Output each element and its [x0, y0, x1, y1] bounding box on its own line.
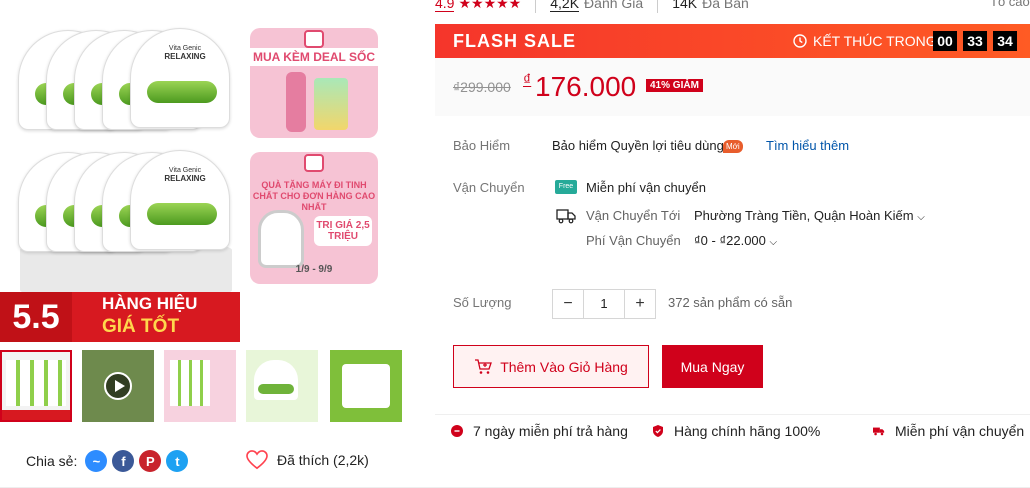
mask-name: RELAXING	[164, 52, 206, 61]
original-price: ₫299.000	[453, 79, 511, 95]
currency-symbol: ₫	[523, 72, 532, 89]
timer-minutes: 33	[963, 31, 987, 51]
free-shipping-text: Miễn phí vận chuyển	[586, 180, 706, 195]
mask-brand: Vita Genic	[168, 45, 202, 52]
insurance-value: Bảo hiểm Quyền lợi tiêu dùng	[552, 138, 724, 153]
ship-to-label: Vận Chuyển Tới	[586, 208, 681, 223]
mask-name: RELAXING	[164, 174, 206, 183]
return-icon	[451, 425, 463, 437]
sold-label: Đã Bán	[702, 0, 749, 11]
promo-deal-title: MUA KÈM DEAL SỐC	[250, 48, 378, 66]
thumbnail-3[interactable]	[164, 350, 236, 422]
thumbnail-strip	[0, 348, 410, 424]
promo-gift-title: QUÀ TẶNG MÁY ĐI TINH CHẤT CHO ĐƠN HÀNG C…	[252, 180, 376, 212]
ship-to-address: Phường Tràng Tiền, Quận Hoàn Kiếm	[694, 208, 914, 223]
mask-pack-image-front: Vita Genic RELAXING	[130, 28, 230, 128]
bottle-image	[286, 72, 306, 132]
promo-gift-card: QUÀ TẶNG MÁY ĐI TINH CHẤT CHO ĐƠN HÀNG C…	[250, 152, 378, 284]
ship-to-value[interactable]: Phường Tràng Tiền, Quận Hoàn Kiếm ⌵	[694, 208, 925, 223]
product-main-image[interactable]: Vita Genic RELAXING Vita Genic RELAXING MU…	[0, 0, 410, 342]
new-badge: Mới	[723, 140, 743, 153]
chevron-down-icon: ⌵	[917, 212, 925, 223]
device-image	[258, 210, 304, 268]
chevron-down-icon: ⌵	[769, 237, 778, 248]
free-ship-icon: Free	[555, 180, 577, 194]
timer-seconds: 34	[993, 31, 1017, 51]
flash-sale-title: FLASH SALE	[453, 31, 577, 51]
box-image	[314, 78, 348, 130]
gift-icon	[304, 154, 324, 172]
stock-available: 372 sản phẩm có sẵn	[668, 295, 793, 310]
promo-gift-value: TRỊ GIÁ 2,5 TRIỆU	[314, 216, 372, 246]
sold-count: 14K	[672, 0, 698, 11]
mask-brand: Vita Genic	[168, 167, 202, 174]
ship-fee-range: ₫0 - ₫22.000	[694, 233, 766, 248]
promo-deal-card: MUA KÈM DEAL SỐC	[250, 28, 378, 138]
sale-banner: 5.5 HÀNG HIỆU GIÁ TỐT	[0, 292, 240, 342]
share-label: Chia sẻ:	[26, 453, 78, 469]
like-count: Đã thích (2,2k)	[277, 452, 369, 468]
heart-icon	[246, 450, 268, 470]
price-box: ₫299.000 ₫ 176.000 41% GIẢM	[435, 58, 1030, 116]
learn-more-link[interactable]: Tìm hiểu thêm	[766, 138, 849, 153]
quantity-label: Số Lượng	[453, 295, 512, 310]
cart-icon	[475, 358, 493, 374]
play-icon	[104, 372, 132, 400]
ship-fee-label: Phí Vận Chuyển	[586, 233, 681, 248]
mask-pack-image-front: Vita Genic RELAXING	[130, 150, 230, 250]
rating-stats: 4.9 ★★★★★ 4,2K Đánh Giá 14K Đã Bán	[435, 0, 749, 13]
add-to-cart-label: Thêm Vào Giỏ Hàng	[500, 358, 628, 375]
rating-value[interactable]: 4.9	[435, 0, 455, 12]
insurance-label: Bảo Hiểm	[453, 138, 511, 153]
messenger-icon[interactable]: ~	[85, 450, 108, 472]
flash-sale-bar: FLASH SALE KẾT THÚC TRONG 00 33 34	[435, 24, 1030, 58]
twitter-icon[interactable]: t	[166, 450, 189, 472]
flash-sale-ends: KẾT THÚC TRONG	[793, 33, 937, 49]
clock-icon	[793, 34, 807, 48]
flash-sale-ends-label: KẾT THÚC TRONG	[813, 33, 937, 49]
quantity-plus-button[interactable]: +	[625, 290, 655, 318]
quantity-minus-button[interactable]: −	[553, 290, 583, 318]
add-to-cart-button[interactable]: Thêm Vào Giỏ Hàng	[453, 345, 649, 388]
quantity-stepper: − 1 +	[552, 289, 656, 319]
guarantee-authentic-label: Hàng chính hãng 100%	[674, 423, 821, 439]
sale-number: 5.5	[0, 292, 72, 342]
sale-line2: GIÁ TỐT	[102, 316, 180, 337]
gift-icon	[304, 30, 324, 48]
timer-hours: 00	[933, 31, 957, 51]
shield-icon	[653, 425, 663, 437]
quantity-input[interactable]: 1	[583, 290, 625, 318]
promo-gift-date: 1/9 - 9/9	[295, 264, 333, 275]
truck-icon	[556, 209, 576, 224]
guarantee-return-label: 7 ngày miễn phí trả hàng	[473, 423, 628, 439]
current-price: 176.000	[535, 71, 637, 102]
guarantee-authentic[interactable]: Hàng chính hãng 100%	[652, 423, 820, 439]
review-label: Đánh Giá	[584, 0, 644, 11]
thumbnail-5[interactable]	[330, 350, 402, 422]
ship-fee-value[interactable]: ₫0 - ₫22.000 ⌵	[694, 233, 777, 248]
share-bar: Chia sẻ: ~ f P t	[26, 450, 189, 472]
truck-icon	[873, 427, 885, 436]
guarantee-return[interactable]: 7 ngày miễn phí trả hàng	[451, 423, 628, 439]
divider	[435, 414, 1030, 415]
report-link[interactable]: Tố cáo	[990, 0, 1030, 9]
shipping-label: Vận Chuyển	[453, 180, 525, 195]
pinterest-icon[interactable]: P	[139, 450, 162, 472]
guarantee-free-ship-label: Miễn phí vận chuyển	[895, 423, 1025, 439]
review-count[interactable]: 4,2K	[550, 0, 580, 12]
buy-now-button[interactable]: Mua Ngay	[662, 345, 763, 388]
facebook-icon[interactable]: f	[112, 450, 135, 472]
thumbnail-2-video[interactable]	[82, 350, 154, 422]
guarantee-free-ship[interactable]: Miễn phí vận chuyển	[873, 423, 1024, 439]
discount-badge: 41% GIẢM	[646, 79, 703, 92]
like-button[interactable]: Đã thích (2,2k)	[246, 450, 369, 470]
thumbnail-4[interactable]	[246, 350, 318, 422]
thumbnail-1[interactable]	[0, 350, 72, 422]
product-gallery: Vita Genic RELAXING Vita Genic RELAXING MU…	[0, 0, 410, 488]
sale-line1: HÀNG HIỆU	[102, 294, 198, 313]
rating-stars: ★★★★★	[458, 0, 522, 11]
